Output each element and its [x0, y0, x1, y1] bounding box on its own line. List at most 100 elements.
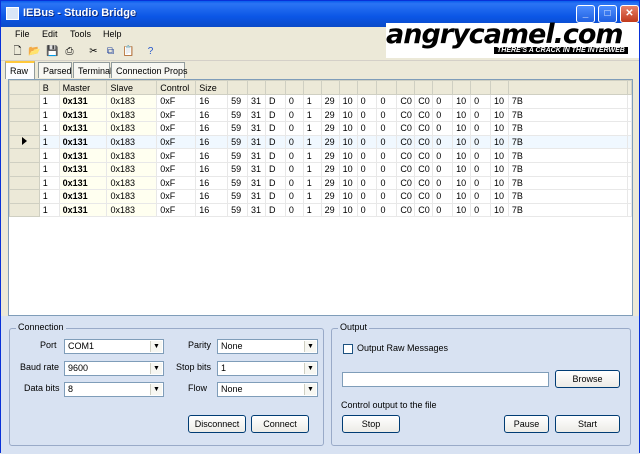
table-cell[interactable]: 0 [356, 94, 378, 109]
row-header[interactable] [9, 121, 40, 136]
table-cell[interactable]: C0 [396, 94, 416, 109]
table-cell[interactable]: 29 [320, 121, 340, 136]
table-cell[interactable]: 0 [284, 134, 304, 150]
table-cell[interactable]: 0xF [156, 175, 197, 191]
column-header[interactable] [247, 80, 266, 95]
table-cell[interactable]: 29 [320, 148, 340, 163]
table-row[interactable]: 1 0x131 0x183 0xF 16 59 31 D 0 1 29 10 0 0 C0 C0 0 10 0 10 7… [9, 121, 632, 136]
table-cell[interactable]: 0 [470, 189, 491, 204]
table-cell[interactable]: 0xF [156, 189, 197, 204]
browse-button[interactable]: Browse [555, 370, 620, 388]
output-raw-checkbox[interactable] [343, 344, 353, 354]
table-cell[interactable]: 0x183 [106, 161, 158, 177]
table-cell[interactable]: 0 [470, 148, 491, 163]
table-cell[interactable]: 10 [489, 121, 509, 136]
table-cell[interactable]: 0x183 [106, 202, 158, 218]
table-cell[interactable]: 10 [452, 161, 472, 177]
print-icon[interactable]: ⎙ [63, 45, 76, 58]
table-cell[interactable]: 1 [38, 134, 60, 150]
column-header[interactable] [507, 80, 629, 95]
table-cell[interactable]: 10 [452, 202, 472, 218]
table-cell[interactable]: 0 [284, 107, 304, 123]
table-cell[interactable]: 0 [376, 94, 398, 109]
table-cell[interactable]: 10 [338, 134, 358, 150]
table-cell[interactable]: 1 [302, 189, 322, 204]
table-cell[interactable]: 16 [195, 148, 229, 163]
table-cell[interactable]: 10 [452, 134, 472, 150]
column-header[interactable] [320, 80, 340, 95]
close-icon[interactable]: ✕ [620, 5, 639, 23]
table-cell[interactable]: 0 [432, 148, 454, 163]
table-cell[interactable]: 1 [38, 161, 60, 177]
table-cell[interactable]: 0 [470, 161, 491, 177]
table-cell[interactable]: C0 [396, 189, 416, 204]
table-cell[interactable]: 0xF [156, 161, 197, 177]
table-cell[interactable]: 29 [320, 134, 340, 150]
table-cell[interactable]: C0 [414, 202, 434, 218]
table-cell[interactable]: 1 [302, 107, 322, 123]
table-cell[interactable]: 7B [507, 94, 629, 109]
table-row[interactable]: 1 0x131 0x183 0xF 16 59 31 D 0 1 29 10 0 0 C0 C0 0 10 0 10 7… [9, 189, 632, 204]
table-cell[interactable]: 0xF [156, 121, 197, 136]
table-cell[interactable]: 0 [356, 148, 378, 163]
table-cell[interactable]: 0 [376, 161, 398, 177]
table-row[interactable]: 1 0x131 0x183 0xF 16 59 31 D 0 1 29 10 0 0 C0 C0 0 10 0 10 7… [9, 202, 632, 218]
table-cell[interactable]: 16 [195, 161, 229, 177]
table-cell[interactable]: 31 [247, 161, 266, 177]
table-cell[interactable]: 29 [320, 107, 340, 123]
column-header[interactable] [338, 80, 358, 95]
table-cell[interactable]: D [264, 134, 286, 150]
table-cell[interactable]: 31 [247, 175, 266, 191]
table-cell[interactable]: 0x131 [58, 202, 108, 218]
table-cell[interactable]: 1 [302, 121, 322, 136]
table-cell[interactable]: 31 [247, 94, 266, 109]
chevron-down-icon[interactable]: ▼ [304, 341, 316, 352]
table-cell[interactable]: 29 [320, 175, 340, 191]
table-cell[interactable]: 59 [227, 134, 249, 150]
table-cell[interactable]: C0 [414, 148, 434, 163]
table-cell[interactable]: 0 [470, 107, 491, 123]
table-cell[interactable]: 10 [489, 94, 509, 109]
table-cell[interactable]: 0 [470, 94, 491, 109]
table-row[interactable]: 1 0x131 0x183 0xF 16 59 31 D 0 1 29 10 0 0 C0 C0 0 10 0 10 7… [9, 107, 632, 123]
table-cell[interactable]: C0 [414, 161, 434, 177]
row-header[interactable] [9, 202, 40, 218]
table-cell[interactable]: 1 [38, 202, 60, 218]
table-cell[interactable]: 1 [302, 202, 322, 218]
table-cell[interactable]: 16 [195, 107, 229, 123]
table-cell[interactable]: 59 [227, 121, 249, 136]
table-cell[interactable]: C0 [396, 134, 416, 150]
table-cell[interactable]: 0 [356, 107, 378, 123]
column-header[interactable] [264, 80, 286, 95]
table-cell[interactable]: 31 [247, 202, 266, 218]
table-cell[interactable]: 0 [284, 121, 304, 136]
table-cell[interactable]: C0 [396, 161, 416, 177]
table-cell[interactable]: 0xF [156, 107, 197, 123]
row-header[interactable] [9, 107, 40, 123]
table-cell[interactable]: 10 [452, 189, 472, 204]
table-cell[interactable]: 0 [284, 189, 304, 204]
table-cell[interactable]: 59 [227, 189, 249, 204]
table-cell[interactable]: 31 [247, 121, 266, 136]
table-cell[interactable]: 0xF [156, 134, 197, 150]
table-cell[interactable]: 0xF [156, 94, 197, 109]
table-cell[interactable]: 59 [227, 94, 249, 109]
table-cell[interactable]: 16 [195, 121, 229, 136]
table-cell[interactable]: D [264, 148, 286, 163]
chevron-down-icon[interactable]: ▼ [150, 363, 162, 374]
table-cell[interactable]: 7B [507, 161, 629, 177]
table-cell[interactable]: 0 [376, 134, 398, 150]
table-cell[interactable]: 7B [507, 107, 629, 123]
chevron-down-icon[interactable]: ▼ [304, 384, 316, 395]
connect-button[interactable]: Connect [251, 415, 309, 433]
table-cell[interactable]: C0 [396, 148, 416, 163]
table-cell[interactable]: 0 [470, 175, 491, 191]
table-cell[interactable]: 10 [338, 161, 358, 177]
row-header[interactable] [9, 148, 40, 163]
menu-help[interactable]: Help [103, 29, 122, 39]
table-cell[interactable]: 10 [489, 175, 509, 191]
table-cell[interactable]: 0xF [156, 148, 197, 163]
table-cell[interactable]: 10 [338, 121, 358, 136]
table-row[interactable]: 1 0x131 0x183 0xF 16 59 31 D 0 1 29 10 0 0 C0 C0 0 10 0 10 7… [9, 134, 632, 150]
table-cell[interactable]: 0 [356, 121, 378, 136]
